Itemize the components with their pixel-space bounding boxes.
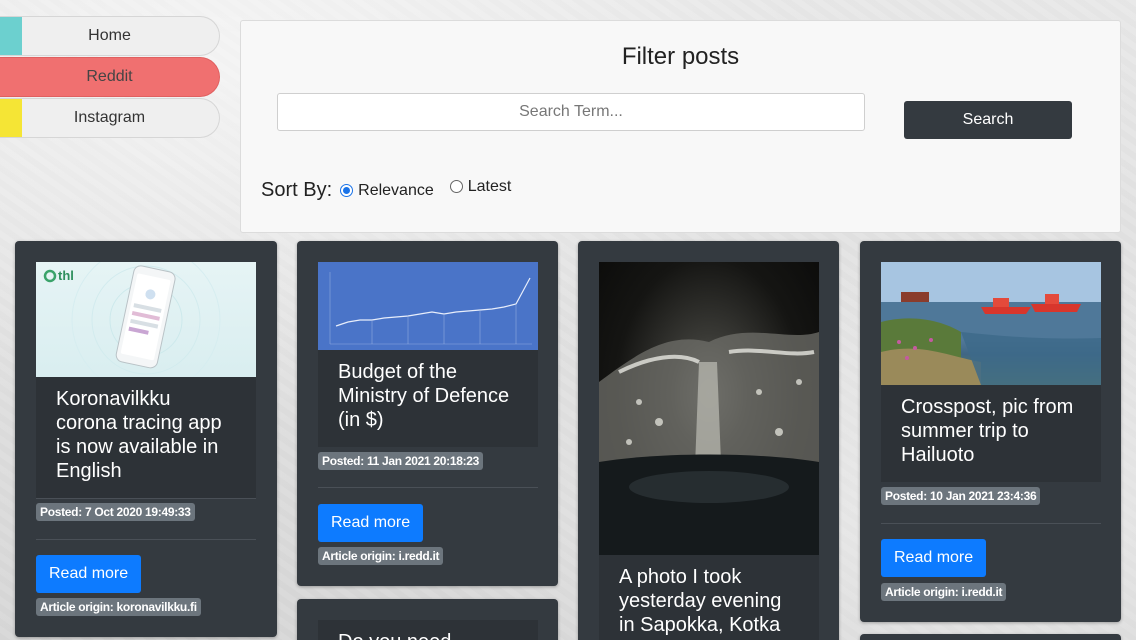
sort-option-label: Relevance — [358, 181, 434, 199]
post-title-box: Do you need — [318, 620, 538, 640]
filter-title: Filter posts — [621, 43, 740, 70]
post-card: Budget of the Ministry of Defence (in $)… — [297, 241, 558, 586]
sidebar-nav: Home Reddit Instagram — [0, 16, 220, 139]
post-image — [318, 262, 538, 350]
sort-latest-radio[interactable]: Latest — [449, 177, 512, 196]
post-card — [860, 634, 1121, 640]
nav-item-reddit[interactable]: Reddit — [0, 57, 220, 97]
divider — [36, 498, 256, 499]
nav-item-label: Home — [88, 27, 131, 44]
nav-item-label: Reddit — [86, 68, 133, 85]
read-more-button[interactable]: Read more — [36, 555, 142, 593]
sort-label: Sort By: — [261, 179, 333, 201]
divider — [881, 523, 1101, 524]
post-image — [881, 262, 1101, 385]
posted-badge: Posted: 10 Jan 2021 23:4:36 — [881, 487, 1041, 505]
post-card: Crosspost, pic from summer trip to Hailu… — [860, 241, 1121, 622]
posted-badge: Posted: 11 Jan 2021 20:18:23 — [318, 452, 484, 470]
post-card: Do you need — [297, 599, 558, 640]
post-image — [599, 262, 819, 555]
thl-logo: thl — [58, 268, 74, 283]
search-button[interactable]: Search — [904, 101, 1072, 139]
budget-chart-image — [329, 272, 532, 345]
nav-color-stripe — [0, 58, 22, 96]
post-title: Crosspost, pic from summer trip to Hailu… — [901, 396, 1074, 466]
post-title-box: A photo I took yesterday evening in Sapo… — [599, 555, 819, 640]
post-card: A photo I took yesterday evening in Sapo… — [578, 241, 839, 640]
post-title: Koronavilkku corona tracing app is now a… — [56, 388, 222, 482]
post-card: thl Koronavilkku corona tracing app is n… — [15, 241, 277, 637]
post-title-box: Crosspost, pic from summer trip to Hailu… — [881, 385, 1101, 482]
nav-item-label: Instagram — [73, 109, 146, 126]
post-title: Budget of the Ministry of Defence (in $) — [338, 361, 510, 431]
read-more-button[interactable]: Read more — [318, 504, 424, 542]
nav-color-stripe — [0, 99, 22, 137]
nav-color-stripe — [0, 17, 22, 55]
divider — [318, 487, 538, 488]
radio-selected-icon[interactable] — [340, 184, 354, 197]
radio-unselected-icon[interactable] — [449, 180, 463, 193]
post-title-box: Koronavilkku corona tracing app is now a… — [36, 377, 256, 498]
divider — [36, 539, 256, 540]
post-title: A photo I took yesterday evening in Sapo… — [619, 566, 782, 636]
article-origin-badge: Article origin: i.redd.it — [318, 547, 444, 565]
read-more-button[interactable]: Read more — [881, 539, 987, 577]
posted-badge: Posted: 7 Oct 2020 19:49:33 — [36, 503, 195, 521]
harbor-photo — [881, 262, 1101, 385]
sort-relevance-radio[interactable]: Relevance — [340, 182, 434, 200]
sort-option-label: Latest — [467, 177, 512, 195]
nav-item-instagram[interactable]: Instagram — [0, 98, 220, 138]
nav-item-home[interactable]: Home — [0, 16, 220, 56]
article-origin-badge: Article origin: i.redd.it — [881, 583, 1007, 601]
post-title: Do you need — [318, 620, 538, 640]
waterfall-photo — [599, 332, 819, 555]
post-image: thl — [36, 262, 256, 377]
article-origin-badge: Article origin: koronavilkku.fi — [36, 598, 201, 616]
post-title-box: Budget of the Ministry of Defence (in $) — [318, 350, 538, 447]
filter-panel: Filter posts Search Sort By: Relevance L… — [240, 20, 1121, 233]
sort-options: Sort By: Relevance Latest — [261, 177, 527, 202]
search-input[interactable] — [277, 93, 865, 131]
